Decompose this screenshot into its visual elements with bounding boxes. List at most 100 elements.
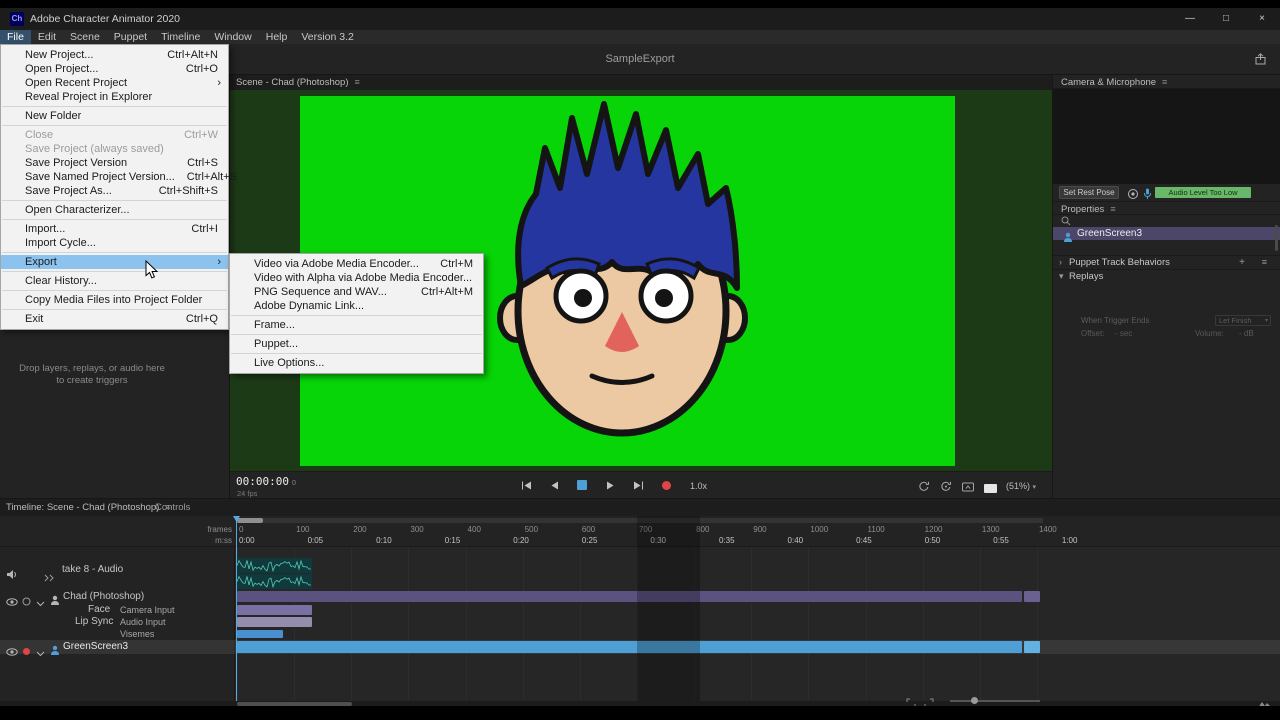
track-clip-bar[interactable]	[237, 641, 1022, 653]
panel-menu-icon[interactable]: ≡	[354, 77, 359, 87]
audio-clip[interactable]	[237, 574, 312, 589]
frame-tick-label: 1100	[868, 525, 885, 534]
file-menu-item-reveal-project-in-explorer[interactable]: Reveal Project in Explorer	[1, 90, 228, 104]
person-blue-icon[interactable]	[50, 642, 60, 660]
menubar-item-version-3-2[interactable]: Version 3.2	[294, 30, 361, 44]
menu-item-label: New Project...	[25, 48, 155, 62]
export-menu-item-frame[interactable]: Frame...	[230, 318, 483, 332]
file-menu-item-import[interactable]: Import...Ctrl+I	[1, 222, 228, 236]
panel-menu-icon[interactable]: ≡	[1162, 77, 1167, 87]
selected-item-label: GreenScreen3	[1077, 227, 1142, 240]
menu-item-shortcut: Ctrl+S	[187, 156, 218, 170]
maximize-button[interactable]: □	[1208, 8, 1244, 30]
menubar-item-edit[interactable]: Edit	[31, 30, 63, 44]
file-menu-item-import-cycle[interactable]: Import Cycle...	[1, 236, 228, 250]
export-menu-item-png-sequence-and-wav[interactable]: PNG Sequence and WAV...Ctrl+Alt+M	[230, 285, 483, 299]
file-menu-item-new-folder[interactable]: New Folder	[1, 109, 228, 123]
menubar-item-help[interactable]: Help	[259, 30, 295, 44]
panel-menu-icon[interactable]: ≡	[1262, 256, 1267, 269]
audio-level-warning-badge: Audio Level Too Low	[1155, 187, 1251, 198]
scrollbar-thumb[interactable]	[237, 702, 352, 706]
safe-area-chip[interactable]	[984, 484, 997, 493]
set-rest-pose-button[interactable]: Set Rest Pose	[1059, 186, 1119, 199]
expand-timeline-icon[interactable]	[924, 695, 934, 706]
snapshot-icon[interactable]	[940, 479, 952, 497]
export-menu-item-video-via-adobe-media-encoder[interactable]: Video via Adobe Media Encoder...Ctrl+M	[230, 257, 483, 271]
zoom-slider-handle[interactable]	[971, 697, 978, 704]
menubar-item-window[interactable]: Window	[207, 30, 258, 44]
share-icon[interactable]	[1255, 52, 1266, 70]
fit-timeline-icon[interactable]	[906, 695, 916, 706]
timeline-scrollbar[interactable]	[0, 701, 1280, 706]
file-menu-item-new-project[interactable]: New Project...Ctrl+Alt+N	[1, 48, 228, 62]
double-chevron-icon[interactable]	[44, 569, 56, 587]
transport-controls	[516, 477, 676, 493]
file-menu-item-export[interactable]: Export›	[1, 255, 228, 269]
go-to-start-button[interactable]	[516, 477, 536, 493]
track-lane	[235, 640, 1280, 654]
puppet-track-behaviors-section[interactable]: › Puppet Track Behaviors + ≡	[1053, 255, 1280, 268]
record-icon[interactable]	[22, 643, 31, 661]
next-frame-button[interactable]	[628, 477, 648, 493]
app-logo-icon: Ch	[10, 12, 24, 26]
file-menu-item-exit[interactable]: ExitCtrl+Q	[1, 312, 228, 326]
track-clip-bar[interactable]	[1024, 641, 1040, 653]
camera-mic-panel: Camera & Microphone≡ Set Rest Pose Audio…	[1052, 74, 1280, 498]
panel-menu-icon[interactable]: ≡	[1110, 204, 1115, 214]
export-menu-item-video-with-alpha-via-adobe-media-encoder[interactable]: Video with Alpha via Adobe Media Encoder…	[230, 271, 483, 285]
play-button[interactable]	[600, 477, 620, 493]
properties-item-greenscreen3[interactable]: GreenScreen3	[1053, 227, 1280, 240]
file-menu-item-open-recent-project[interactable]: Open Recent Project›	[1, 76, 228, 90]
screen-icon[interactable]	[962, 479, 974, 497]
tab-scene-chad[interactable]: Scene - Chad (Photoshop)≡	[236, 75, 360, 90]
audio-clip[interactable]	[237, 558, 312, 573]
properties-scrollbar[interactable]	[1275, 225, 1278, 251]
tab-controls[interactable]: Controls	[155, 499, 190, 516]
add-behavior-icon[interactable]: +	[1239, 256, 1245, 269]
stop-button[interactable]	[572, 477, 592, 493]
let-finish-dropdown: Let Finish▾	[1215, 315, 1271, 326]
chevron-down-icon[interactable]	[36, 644, 45, 662]
record-button[interactable]	[656, 477, 676, 493]
replays-section[interactable]: ▾ Replays	[1053, 269, 1280, 282]
file-menu-item-save-project-as[interactable]: Save Project As...Ctrl+Shift+S	[1, 184, 228, 198]
track-clip-bar[interactable]	[237, 617, 312, 627]
playback-speed[interactable]: 1.0x	[690, 481, 707, 491]
track-clip-bar[interactable]	[1024, 591, 1040, 602]
zoom-level-dropdown[interactable]: (51%) ▾	[1006, 481, 1036, 491]
track-clip-bar[interactable]	[237, 630, 283, 638]
file-menu-item-save-named-project-version[interactable]: Save Named Project Version...Ctrl+Alt+S	[1, 170, 228, 184]
playhead[interactable]	[236, 516, 237, 701]
file-menu-item-copy-media-files-into-project-folder[interactable]: Copy Media Files into Project Folder	[1, 293, 228, 307]
menubar-item-file[interactable]: File	[0, 30, 31, 44]
tab-timeline-scene[interactable]: Timeline: Scene - Chad (Photoshop)≡	[6, 499, 171, 516]
previous-frame-button[interactable]	[544, 477, 564, 493]
file-menu-separator	[2, 309, 227, 310]
zoom-large-icon[interactable]	[1258, 695, 1272, 706]
close-button[interactable]: ×	[1244, 8, 1280, 30]
timeline-zoom-slider[interactable]	[950, 700, 1040, 702]
track-clip-bar[interactable]	[237, 605, 312, 615]
file-menu-item-clear-history[interactable]: Clear History...	[1, 274, 228, 288]
file-menu-item-save-project-version[interactable]: Save Project VersionCtrl+S	[1, 156, 228, 170]
export-menu-item-puppet[interactable]: Puppet...	[230, 337, 483, 351]
speaker-icon[interactable]	[6, 567, 18, 585]
track-clip-bar[interactable]	[237, 591, 1022, 602]
export-menu-item-adobe-dynamic-link[interactable]: Adobe Dynamic Link...	[230, 299, 483, 313]
chevron-down-icon[interactable]: ▾	[1059, 270, 1064, 283]
menubar-item-timeline[interactable]: Timeline	[154, 30, 207, 44]
chevron-right-icon[interactable]: ›	[1059, 256, 1062, 269]
file-menu-item-open-project[interactable]: Open Project...Ctrl+O	[1, 62, 228, 76]
pan-bar-thumb[interactable]	[237, 518, 263, 523]
loop-icon[interactable]	[918, 479, 930, 497]
menubar-item-scene[interactable]: Scene	[63, 30, 107, 44]
file-menu-item-open-characterizer[interactable]: Open Characterizer...	[1, 203, 228, 217]
menu-bar: FileEditScenePuppetTimelineWindowHelpVer…	[0, 30, 1280, 44]
export-menu-item-live-options[interactable]: Live Options...	[230, 356, 483, 370]
menubar-item-puppet[interactable]: Puppet	[107, 30, 154, 44]
frame-tick-label: 400	[468, 525, 481, 534]
menu-item-label: Save Named Project Version...	[25, 170, 175, 184]
eye-icon[interactable]	[6, 643, 18, 661]
minimize-button[interactable]: —	[1172, 8, 1208, 30]
properties-search[interactable]	[1053, 215, 1280, 227]
